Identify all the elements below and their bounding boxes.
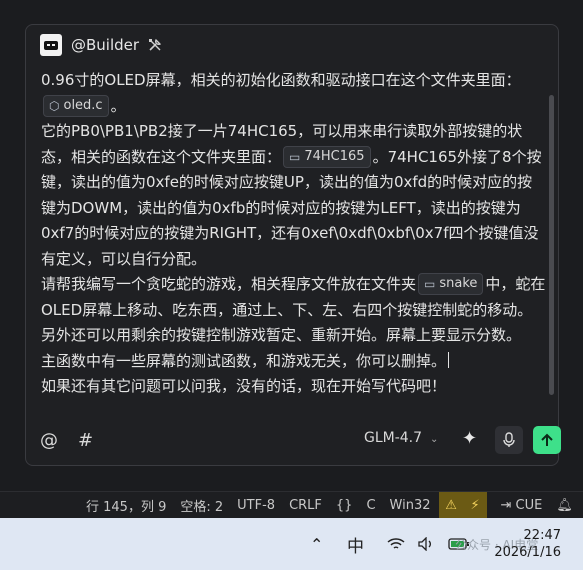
message-line-1: 0.96寸的OLED屏幕，相关的初始化函数和驱动接口在这个文件夹里面： — [41, 71, 521, 89]
taskbar: ⌃ 中 公众号 · AI电堂 22:47 2026/1/16 — [0, 518, 583, 570]
message-line-3a: 请帮我编写一个贪吃蛇的游戏，相关程序文件放在文件夹 — [41, 275, 417, 293]
arrow-up-icon — [541, 433, 553, 446]
message-paragraph-2: 它的PB0\PB1\PB2接了一片74HC165，可以用来串行读取外部按键的状态… — [41, 119, 546, 272]
folder-chip-snake[interactable]: ▭ snake — [418, 273, 484, 295]
clock-date: 2026/1/16 — [494, 545, 561, 560]
indent-spaces[interactable]: 空格: 2 — [180, 496, 223, 515]
c-file-icon: ⬡ — [49, 98, 60, 113]
cursor-position[interactable]: 行 145，列 9 — [86, 496, 166, 515]
panel-header: @Builder — [40, 33, 163, 57]
tools-icon[interactable] — [147, 37, 163, 53]
message-line-4: 主函数中有一些屏幕的测试函数，和游戏无关，你可以删掉。 — [41, 351, 447, 370]
folder-chip-label: 74HC165 — [304, 148, 365, 164]
braces-indicator[interactable]: {} — [336, 498, 353, 513]
text-caret — [448, 351, 450, 368]
warning-indicator[interactable]: ⚠ ⚡ — [438, 491, 487, 519]
message-paragraph-1: 0.96寸的OLED屏幕，相关的初始化函数和驱动接口在这个文件夹里面： ⬡ oled… — [41, 68, 546, 119]
line-endings[interactable]: CRLF — [289, 498, 322, 513]
message-line-5: 如果还有其它问题可以问我，没有的话，现在开始写代码吧！ — [41, 377, 447, 395]
robot-icon — [40, 34, 62, 56]
file-encoding[interactable]: UTF-8 — [237, 498, 275, 513]
cue-label: CUE — [515, 497, 543, 513]
editor-area: @Builder 0.96寸的OLED屏幕，相关的初始化函数和驱动接口在这个文件… — [0, 0, 583, 491]
input-toolbar: @ # GLM-4.7 ⌄ ✦ — [40, 426, 561, 454]
hash-icon[interactable]: # — [78, 430, 93, 451]
message-paragraph-3: 请帮我编写一个贪吃蛇的游戏，相关程序文件放在文件夹 ▭ snake 中，蛇在OLED屏… — [41, 272, 546, 349]
folder-icon: ▭ — [289, 149, 301, 164]
ime-indicator[interactable]: 中 — [347, 532, 364, 557]
model-name: GLM-4.7 — [364, 430, 423, 446]
screen: @Builder 0.96寸的OLED屏幕，相关的初始化函数和驱动接口在这个文件… — [0, 0, 583, 570]
no-plug-icon: ⚡ — [470, 497, 480, 513]
prompt-text-input[interactable]: 0.96寸的OLED屏幕，相关的初始化函数和驱动接口在这个文件夹里面： ⬡ oled… — [41, 68, 546, 400]
model-selector[interactable]: GLM-4.7 ⌄ — [364, 430, 438, 446]
cue-icon: ⇥ — [500, 497, 512, 513]
wifi-icon[interactable] — [386, 536, 406, 552]
scrollbar[interactable] — [549, 95, 554, 395]
chevron-up-icon[interactable]: ⌃ — [310, 535, 323, 554]
file-chip-label: oled.c — [63, 97, 103, 113]
platform-config[interactable]: Win32 — [390, 498, 431, 513]
status-bar: 行 145，列 9 空格: 2 UTF-8 CRLF {} C Win32 ⚠ … — [0, 491, 583, 519]
mention-icon[interactable]: @ — [40, 430, 58, 451]
bell-icon[interactable]: 🔔︎ — [556, 498, 573, 513]
message-paragraph-4: 主函数中有一些屏幕的测试函数，和游戏无关，你可以删掉。 — [41, 349, 546, 375]
warning-icon: ⚠ — [445, 497, 457, 513]
language-mode[interactable]: C — [366, 498, 375, 513]
file-chip-oled[interactable]: ⬡ oled.c — [43, 94, 109, 117]
speaker-icon[interactable] — [418, 537, 436, 551]
microphone-icon — [503, 432, 515, 447]
microphone-button[interactable] — [495, 426, 523, 454]
folder-chip-label: snake — [439, 276, 478, 291]
system-clock[interactable]: 22:47 2026/1/16 — [494, 527, 561, 561]
agent-name[interactable]: @Builder — [71, 36, 139, 54]
message-paragraph-5: 如果还有其它问题可以问我，没有的话，现在开始写代码吧！ — [41, 374, 546, 400]
folder-chip-74hc165[interactable]: ▭ 74HC165 — [283, 145, 371, 168]
clock-time: 22:47 — [523, 528, 561, 543]
message-line-1-end: 。 — [110, 96, 126, 115]
chevron-down-icon: ⌄ — [430, 434, 439, 445]
sparkle-icon[interactable]: ✦ — [462, 428, 477, 449]
chat-input-panel: @Builder 0.96寸的OLED屏幕，相关的初始化函数和驱动接口在这个文件… — [25, 24, 561, 466]
cue-status[interactable]: ⇥ CUE — [501, 498, 543, 513]
send-button[interactable] — [533, 426, 561, 454]
folder-icon: ▭ — [424, 277, 436, 291]
